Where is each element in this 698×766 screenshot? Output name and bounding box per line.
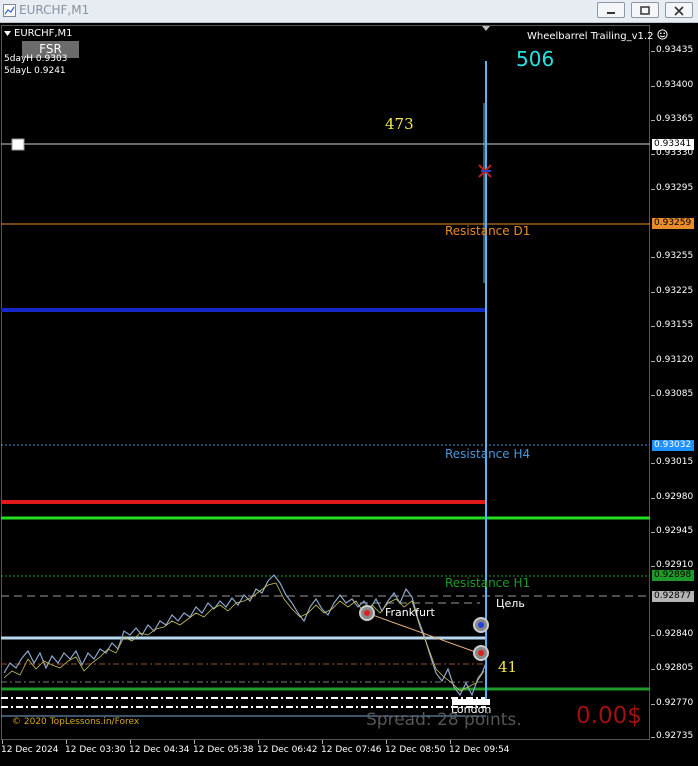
resistance-h4-label: Resistance H4 [445, 447, 531, 461]
minimize-button[interactable] [597, 2, 625, 18]
price-tick: 0.93365 [656, 114, 694, 124]
spread-label: Spread: 28 points. [366, 710, 522, 730]
price-marker-target: 0.92877 [652, 591, 694, 602]
smiley-face-icon [657, 29, 668, 40]
dropdown-triangle-icon [4, 31, 11, 36]
price-tick: 0.93255 [656, 251, 694, 261]
price-marker-h1: 0.92898 [652, 570, 694, 581]
chart-lines [1, 26, 650, 717]
price-tick: 0.92840 [656, 629, 694, 639]
price-marker-h4: 0.93032 [652, 440, 694, 451]
symbol-label: EURCHF,M1 [4, 28, 73, 39]
sell-marker[interactable] [473, 645, 489, 661]
price-tick: 0.93400 [656, 80, 694, 90]
restore-button[interactable] [631, 2, 659, 18]
count-bottom: 41 [498, 658, 518, 676]
title-bar[interactable]: EURCHF,M1 [0, 0, 698, 23]
time-tick: 12 Dec 2024 [1, 745, 59, 755]
chart-window: EURCHF,M1 EURCHF,M1 FSR 5dayH 0.9303 5da… [0, 0, 698, 766]
resistance-h1-label: Resistance H1 [445, 576, 531, 590]
price-marker-white: 0.93341 [652, 139, 694, 150]
price-tick: 0.92770 [656, 698, 694, 708]
window-title: EURCHF,M1 [19, 3, 90, 17]
count-mid: 473 [385, 115, 414, 133]
frankfurt-marker[interactable] [359, 605, 375, 621]
time-tick: 12 Dec 09:54 [449, 745, 510, 755]
time-tick: 12 Dec 08:50 [385, 745, 446, 755]
price-marker-d1: 0.93259 [652, 218, 694, 229]
chart-shift-marker [482, 26, 490, 31]
frankfurt-label: Frankfurt [385, 606, 435, 619]
price-tick: 0.93155 [656, 320, 694, 330]
five-day-high: 5dayH 0.9303 [4, 54, 68, 64]
price-tick: 0.93225 [656, 286, 694, 296]
price-series [3, 574, 487, 697]
price-tick: 0.93085 [656, 389, 694, 399]
restore-icon [640, 6, 650, 15]
time-tick: 12 Dec 03:30 [65, 745, 126, 755]
price-tick: 0.93015 [656, 457, 694, 467]
price-tick: 0.92805 [656, 663, 694, 673]
price-tick: 0.92735 [656, 731, 694, 741]
target-label: Цель [496, 597, 525, 610]
minimize-icon [607, 12, 615, 14]
price-chart[interactable]: EURCHF,M1 FSR 5dayH 0.9303 5dayL 0.9241 … [0, 23, 698, 766]
profit-label: 0.00$ [576, 703, 642, 729]
expert-advisor-label[interactable]: Wheelbarrel Trailing_v1.2 [527, 29, 668, 42]
time-tick: 12 Dec 07:46 [321, 745, 382, 755]
time-tick: 12 Dec 05:38 [193, 745, 254, 755]
price-tick: 0.93120 [656, 355, 694, 365]
price-tick: 0.92945 [656, 526, 694, 536]
close-button[interactable] [665, 2, 693, 18]
close-icon [674, 6, 684, 16]
chart-window-icon [3, 4, 16, 17]
five-day-low: 5dayL 0.9241 [4, 66, 66, 76]
price-tick: 0.93295 [656, 183, 694, 193]
time-tick: 12 Dec 04:34 [129, 745, 190, 755]
time-tick: 12 Dec 06:42 [257, 745, 318, 755]
price-tick: 0.92910 [656, 560, 694, 570]
count-top: 506 [516, 47, 555, 71]
copyright-label: © 2020 TopLessons.in/Forex [12, 717, 140, 727]
price-tick: 0.92980 [656, 492, 694, 502]
line-drag-handle [11, 138, 25, 151]
price-tick: 0.93435 [656, 45, 694, 55]
resistance-d1-label: Resistance D1 [445, 224, 531, 238]
frankfurt-trend-line [366, 612, 482, 655]
target-marker[interactable] [473, 617, 489, 633]
